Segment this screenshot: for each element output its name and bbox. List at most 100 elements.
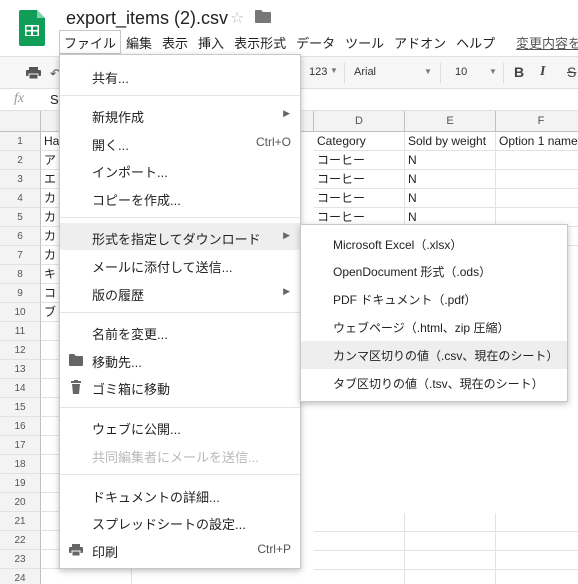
grid-corner[interactable]	[0, 111, 41, 132]
document-title[interactable]: export_items (2).csv	[66, 8, 228, 29]
menu-item-publish-to-web[interactable]: ウェブに公開...	[60, 413, 300, 440]
download-html-zip[interactable]: ウェブページ（.html、zip 圧縮）	[301, 313, 567, 341]
cell-d23[interactable]	[314, 551, 405, 570]
row-header[interactable]: 13	[0, 360, 41, 379]
row-header[interactable]: 23	[0, 550, 41, 569]
cell-f23[interactable]	[496, 551, 578, 570]
strikethrough-button[interactable]: S	[567, 64, 576, 80]
row-header[interactable]: 7	[0, 246, 41, 265]
menu-item-move-to-trash[interactable]: ゴミ箱に移動	[60, 373, 300, 400]
menu-item-share[interactable]: 共有...	[60, 62, 300, 89]
row-header[interactable]: 11	[0, 322, 41, 341]
menu-item-label: 新規作成	[92, 110, 145, 125]
menu-item-email-attachment[interactable]: メールに添付して送信...	[60, 251, 300, 278]
row-header[interactable]: 20	[0, 493, 41, 512]
menu-item-document-details[interactable]: ドキュメントの詳細...	[60, 481, 300, 508]
row-header[interactable]: 3	[0, 170, 41, 189]
cell-d2[interactable]: コーヒー	[314, 151, 405, 170]
row-header[interactable]: 16	[0, 417, 41, 436]
menu-item-import[interactable]: インポート...	[60, 156, 300, 183]
cell-f21[interactable]	[496, 513, 578, 532]
menu-item-download-as[interactable]: 形式を指定してダウンロード ▶	[60, 223, 300, 250]
save-status-link[interactable]: 変更内容を	[516, 33, 578, 52]
font-size-select[interactable]: 10	[455, 66, 467, 78]
row-header[interactable]: 8	[0, 265, 41, 284]
cell-e4[interactable]: N	[405, 189, 496, 208]
row-header[interactable]: 19	[0, 474, 41, 493]
download-ods[interactable]: OpenDocument 形式（.ods）	[301, 257, 567, 285]
cell-f22[interactable]	[496, 532, 578, 551]
menu-help[interactable]: ヘルプ	[451, 30, 500, 54]
row-header[interactable]: 17	[0, 436, 41, 455]
cell-d3[interactable]: コーヒー	[314, 170, 405, 189]
cell-e1[interactable]: Sold by weight	[405, 132, 496, 151]
menu-format[interactable]: 表示形式	[229, 30, 291, 54]
column-header-e[interactable]: E	[405, 111, 496, 132]
row-header[interactable]: 4	[0, 189, 41, 208]
cell-a24[interactable]	[41, 569, 132, 584]
row-header[interactable]: 2	[0, 151, 41, 170]
menu-item-make-copy[interactable]: コピーを作成...	[60, 184, 300, 211]
cell-e2[interactable]: N	[405, 151, 496, 170]
submenu-arrow-icon: ▶	[283, 108, 290, 118]
cell-f3[interactable]	[496, 170, 578, 189]
cell-e3[interactable]: N	[405, 170, 496, 189]
cell-f4[interactable]	[496, 189, 578, 208]
row-header[interactable]: 21	[0, 512, 41, 531]
cell-d4[interactable]: コーヒー	[314, 189, 405, 208]
cell-d21[interactable]	[314, 513, 405, 532]
cell-f1[interactable]: Option 1 name	[496, 132, 578, 151]
menu-item-open[interactable]: 開く... Ctrl+O	[60, 129, 300, 156]
cell-d1[interactable]: Category	[314, 132, 405, 151]
row-header[interactable]: 22	[0, 531, 41, 550]
menu-item-label: 印刷	[92, 545, 119, 560]
font-select[interactable]: Arial	[354, 66, 376, 78]
row-header[interactable]: 6	[0, 227, 41, 246]
menu-addons[interactable]: アドオン	[389, 30, 451, 54]
menu-item-new[interactable]: 新規作成 ▶	[60, 101, 300, 128]
menu-item-print[interactable]: 印刷 Ctrl+P	[60, 536, 300, 563]
formula-input[interactable]: S	[50, 92, 59, 107]
star-icon[interactable]: ☆	[230, 8, 244, 28]
column-header-f[interactable]: F	[496, 111, 578, 132]
download-xlsx[interactable]: Microsoft Excel（.xlsx）	[301, 230, 567, 258]
download-pdf[interactable]: PDF ドキュメント（.pdf）	[301, 285, 567, 313]
row-header[interactable]: 5	[0, 208, 41, 227]
print-icon[interactable]	[26, 67, 41, 79]
cell-e21[interactable]	[405, 513, 496, 532]
menu-file[interactable]: ファイル	[59, 30, 122, 54]
cell-f24[interactable]	[496, 570, 578, 584]
cell-d22[interactable]	[314, 532, 405, 551]
menu-data[interactable]: データ	[291, 30, 340, 54]
cell-e22[interactable]	[405, 532, 496, 551]
column-header-d[interactable]: D	[314, 111, 405, 132]
row-header[interactable]: 15	[0, 398, 41, 417]
google-sheets-logo-icon[interactable]	[19, 10, 45, 46]
italic-button[interactable]: I	[540, 64, 545, 80]
row-header[interactable]: 10	[0, 303, 41, 322]
menu-insert[interactable]: 挿入	[193, 30, 229, 54]
folder-icon[interactable]	[255, 10, 271, 23]
cell-e23[interactable]	[405, 551, 496, 570]
menu-item-label: コピーを作成...	[92, 193, 181, 208]
row-header[interactable]: 9	[0, 284, 41, 303]
cell-d24[interactable]	[314, 570, 405, 584]
menu-item-move-to[interactable]: 移動先...	[60, 346, 300, 373]
cell-e24[interactable]	[405, 570, 496, 584]
row-header[interactable]: 12	[0, 341, 41, 360]
bold-button[interactable]: B	[514, 64, 524, 80]
row-header[interactable]: 14	[0, 379, 41, 398]
download-csv[interactable]: カンマ区切りの値（.csv、現在のシート）	[301, 341, 567, 369]
menu-view[interactable]: 表示	[157, 30, 193, 54]
row-header[interactable]: 24	[0, 569, 41, 584]
menu-edit[interactable]: 編集	[121, 30, 157, 54]
menu-item-rename[interactable]: 名前を変更...	[60, 318, 300, 345]
row-header[interactable]: 1	[0, 132, 41, 151]
number-format-button[interactable]: 123	[309, 66, 327, 78]
menu-item-version-history[interactable]: 版の履歴 ▶	[60, 279, 300, 306]
cell-f2[interactable]	[496, 151, 578, 170]
row-header[interactable]: 18	[0, 455, 41, 474]
menu-tools[interactable]: ツール	[340, 30, 389, 54]
download-tsv[interactable]: タブ区切りの値（.tsv、現在のシート）	[301, 369, 567, 397]
menu-item-spreadsheet-settings[interactable]: スプレッドシートの設定...	[60, 508, 300, 535]
